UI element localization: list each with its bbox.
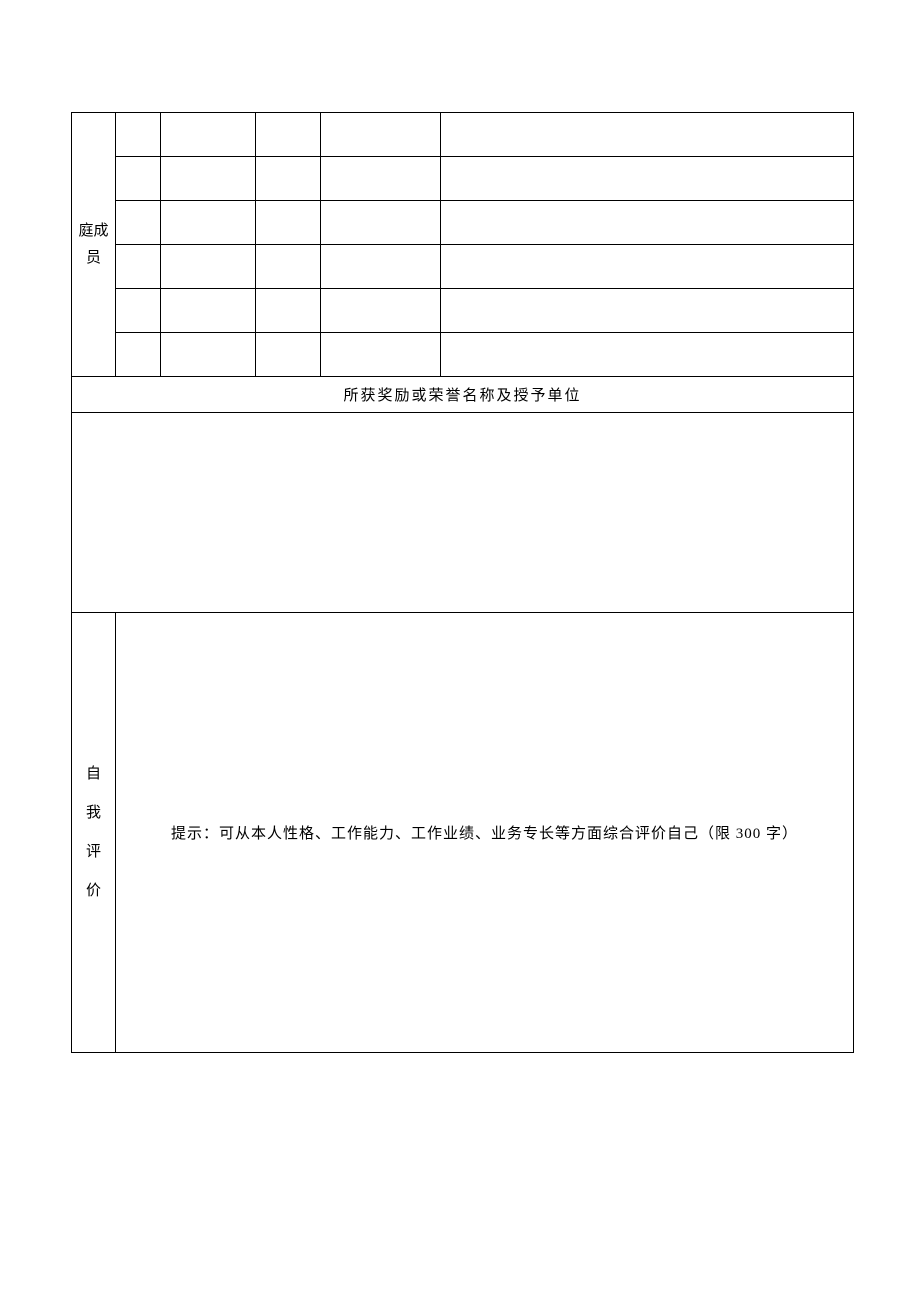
family-cell [116,289,161,333]
family-cell [441,201,854,245]
family-cell [256,333,321,377]
family-cell [256,289,321,333]
self-evaluation-label: 自 我 评 价 [72,613,116,1053]
family-cell [256,245,321,289]
awards-header: 所获奖励或荣誉名称及授予单位 [72,377,854,413]
family-cell [441,113,854,157]
family-cell [256,157,321,201]
family-cell [441,289,854,333]
family-member-row [72,289,854,333]
family-cell [116,157,161,201]
family-cell [321,333,441,377]
family-cell [161,113,256,157]
family-cell [321,245,441,289]
self-eval-char: 评 [86,833,101,872]
family-cell [161,289,256,333]
family-cell [256,201,321,245]
family-cell [441,333,854,377]
family-member-row [72,245,854,289]
awards-body-row [72,413,854,613]
family-cell [321,157,441,201]
family-member-row [72,333,854,377]
family-cell [116,333,161,377]
family-label-line1: 庭成 [78,218,108,245]
family-members-label: 庭成 员 [72,113,116,377]
self-eval-char: 价 [86,872,101,911]
family-label-line2: 员 [86,245,101,272]
family-cell [161,333,256,377]
family-cell [441,157,854,201]
self-evaluation-row: 自 我 评 价 提示：可从本人性格、工作能力、工作业绩、业务专长等方面综合评价自… [72,613,854,1053]
family-cell [441,245,854,289]
self-evaluation-hint: 提示：可从本人性格、工作能力、工作业绩、业务专长等方面综合评价自己（限 300 … [116,613,854,1053]
family-cell [321,289,441,333]
awards-header-row: 所获奖励或荣誉名称及授予单位 [72,377,854,413]
family-member-row [72,157,854,201]
family-cell [256,113,321,157]
family-member-row [72,201,854,245]
family-cell [321,113,441,157]
form-table: 庭成 员 [71,112,854,1053]
family-cell [116,201,161,245]
family-cell [161,157,256,201]
family-member-row: 庭成 员 [72,113,854,157]
family-cell [161,245,256,289]
self-eval-char: 我 [86,794,101,833]
family-cell [116,245,161,289]
family-cell [116,113,161,157]
family-cell [161,201,256,245]
awards-content [72,413,854,613]
self-eval-char: 自 [86,755,101,794]
family-cell [321,201,441,245]
